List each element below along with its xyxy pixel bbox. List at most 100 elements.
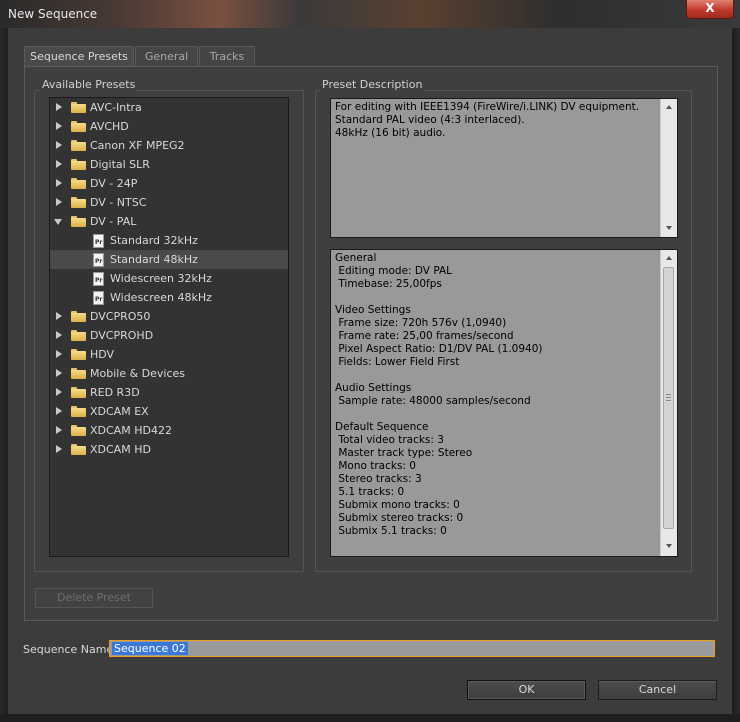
folder-icon (71, 102, 86, 113)
scroll-thumb[interactable] (663, 267, 674, 529)
tree-item-label: XDCAM HD422 (90, 424, 172, 437)
title-bar[interactable]: New Sequence X (0, 0, 740, 28)
tree-folder-item[interactable]: AVC-Intra (50, 98, 288, 117)
scroll-up-icon[interactable] (666, 105, 672, 109)
tree-folder-item[interactable]: DV - PAL (50, 212, 288, 231)
window-frame-right (732, 28, 740, 722)
expand-arrow-icon[interactable] (56, 122, 62, 130)
tree-folder-item[interactable]: Digital SLR (50, 155, 288, 174)
tree-folder-item[interactable]: RED R3D (50, 383, 288, 402)
tree-item-label: Widescreen 48kHz (110, 291, 212, 304)
collapse-arrow-icon[interactable] (54, 219, 62, 225)
scroll-down-icon[interactable] (666, 226, 672, 230)
tree-item-label: AVC-Intra (90, 101, 142, 114)
expand-arrow-icon[interactable] (56, 103, 62, 111)
folder-icon (71, 406, 86, 417)
expand-arrow-icon[interactable] (56, 160, 62, 168)
tab-tracks[interactable]: Tracks (199, 46, 255, 67)
tree-item-label: DVCPRO50 (90, 310, 151, 323)
ok-button[interactable]: OK (467, 680, 586, 700)
folder-icon (71, 444, 86, 455)
window-title: New Sequence (8, 7, 98, 21)
preset-details-text: General Editing mode: DV PAL Timebase: 2… (335, 252, 543, 537)
expand-arrow-icon[interactable] (56, 198, 62, 206)
details-scrollbar[interactable] (660, 250, 677, 556)
grip-line (666, 397, 671, 398)
tree-folder-item[interactable]: XDCAM EX (50, 402, 288, 421)
tree-item-label: AVCHD (90, 120, 129, 133)
preset-details-box[interactable]: General Editing mode: DV PAL Timebase: 2… (330, 249, 678, 557)
expand-arrow-icon[interactable] (56, 369, 62, 377)
tree-preset-item[interactable]: Pr Widescreen 32kHz (50, 269, 288, 288)
tree-item-label: DV - 24P (90, 177, 138, 190)
tree-item-label: RED R3D (90, 386, 140, 399)
preset-summary-box[interactable]: For editing with IEEE1394 (FireWire/i.LI… (330, 98, 678, 238)
scroll-down-icon[interactable] (666, 544, 672, 548)
expand-arrow-icon[interactable] (56, 426, 62, 434)
tree-folder-item[interactable]: XDCAM HD422 (50, 421, 288, 440)
window-frame-left (0, 28, 8, 722)
folder-icon (71, 425, 86, 436)
folder-icon (71, 159, 86, 170)
tree-item-label: Standard 48kHz (110, 253, 198, 266)
grip-line (666, 400, 671, 401)
tree-folder-item[interactable]: HDV (50, 345, 288, 364)
preset-file-icon: Pr (93, 272, 104, 286)
window-frame-bottom (0, 714, 740, 722)
cancel-button[interactable]: Cancel (598, 680, 717, 700)
scroll-up-icon[interactable] (666, 256, 672, 260)
expand-arrow-icon[interactable] (56, 350, 62, 358)
close-button[interactable]: X (686, 0, 734, 19)
preset-summary-text: For editing with IEEE1394 (FireWire/i.LI… (335, 101, 640, 139)
tab-sequence-presets[interactable]: Sequence Presets (24, 46, 134, 68)
folder-icon (71, 368, 86, 379)
folder-icon (71, 330, 86, 341)
tree-folder-item[interactable]: DVCPRO50 (50, 307, 288, 326)
preset-description-label: Preset Description (320, 78, 425, 91)
sequence-name-value: Sequence 02 (112, 642, 188, 655)
folder-icon (71, 387, 86, 398)
preset-file-icon: Pr (93, 253, 104, 267)
tree-item-label: Canon XF MPEG2 (90, 139, 185, 152)
tree-preset-item[interactable]: Pr Widescreen 48kHz (50, 288, 288, 307)
tree-item-label: Widescreen 32kHz (110, 272, 212, 285)
folder-icon (71, 140, 86, 151)
sequence-name-label: Sequence Name: (23, 643, 117, 656)
expand-arrow-icon[interactable] (56, 331, 62, 339)
tree-item-label: XDCAM HD (90, 443, 151, 456)
tree-preset-item[interactable]: Pr Standard 32kHz (50, 231, 288, 250)
tree-folder-item[interactable]: DV - 24P (50, 174, 288, 193)
available-presets-label: Available Presets (40, 78, 138, 91)
tree-folder-item[interactable]: XDCAM HD (50, 440, 288, 459)
tree-folder-item[interactable]: Canon XF MPEG2 (50, 136, 288, 155)
tree-item-label: Digital SLR (90, 158, 150, 171)
expand-arrow-icon[interactable] (56, 179, 62, 187)
grip-line (666, 394, 671, 395)
sequence-name-input[interactable]: Sequence 02 (109, 640, 715, 657)
tree-folder-item[interactable]: DV - NTSC (50, 193, 288, 212)
expand-arrow-icon[interactable] (56, 445, 62, 453)
folder-icon (71, 216, 86, 227)
expand-arrow-icon[interactable] (56, 141, 62, 149)
tree-folder-item[interactable]: Mobile & Devices (50, 364, 288, 383)
tab-general[interactable]: General (135, 46, 198, 67)
presets-tree[interactable]: AVC-Intra AVCHD Canon XF MPEG2 Digital SLR D… (49, 97, 289, 557)
folder-icon (71, 197, 86, 208)
folder-icon (71, 178, 86, 189)
tree-folder-item[interactable]: DVCPROHD (50, 326, 288, 345)
summary-scrollbar[interactable] (660, 99, 677, 237)
tree-item-label: DVCPROHD (90, 329, 154, 342)
tree-item-label: DV - PAL (90, 215, 137, 228)
expand-arrow-icon[interactable] (56, 312, 62, 320)
preset-file-icon: Pr (93, 291, 104, 305)
tree-preset-item[interactable]: Pr Standard 48kHz (50, 250, 288, 269)
expand-arrow-icon[interactable] (56, 388, 62, 396)
tree-folder-item[interactable]: AVCHD (50, 117, 288, 136)
preset-file-icon: Pr (93, 234, 104, 248)
delete-preset-button[interactable]: Delete Preset (35, 588, 153, 608)
folder-icon (71, 349, 86, 360)
expand-arrow-icon[interactable] (56, 407, 62, 415)
tree-item-label: Mobile & Devices (90, 367, 186, 380)
tree-item-label: XDCAM EX (90, 405, 149, 418)
folder-icon (71, 311, 86, 322)
